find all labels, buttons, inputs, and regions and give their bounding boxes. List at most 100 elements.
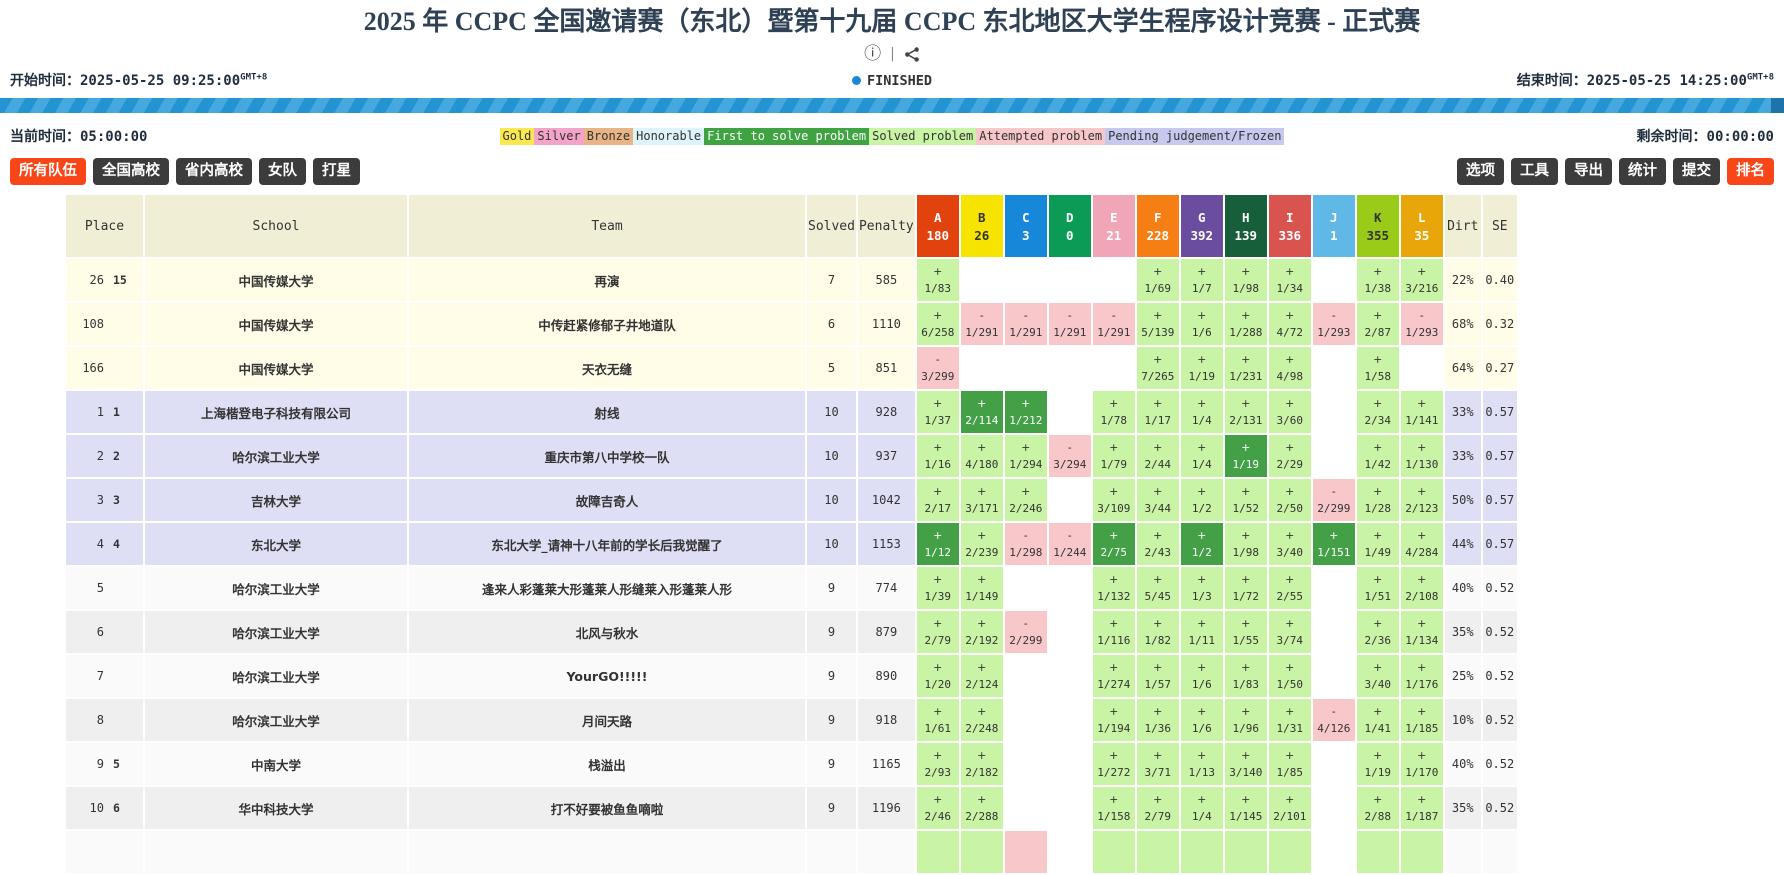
problem-cell-D [1049,831,1091,873]
problem-balloon-count: 355 [1357,228,1399,243]
action-button-统计[interactable]: 统计 [1619,158,1666,185]
problem-header-box: J1 [1313,195,1355,257]
school-name: 中国传媒大学 [145,259,407,301]
filter-button-女队[interactable]: 女队 [259,158,306,185]
attempt-detail: 1/31 [1269,722,1311,735]
attempt-symbol: + [1225,442,1267,454]
school-name: 东北大学 [145,523,407,565]
solved-count: 7 [807,259,856,301]
problem-letter: J [1313,210,1355,225]
problem-cell-G: +1/7 [1181,259,1223,301]
attempt-detail: 1/194 [1093,722,1135,735]
filter-button-省内高校[interactable]: 省内高校 [176,158,252,185]
attempt-detail: 1/6 [1181,678,1223,691]
attempt-symbol: + [1137,794,1179,806]
table-row[interactable]: 2615中国传媒大学再演7585+1/83+1/69+1/7+1/98+1/34… [66,259,1517,301]
table-row-partial[interactable] [66,831,1517,873]
info-icon[interactable]: ⓘ [864,46,881,63]
progress-handle[interactable] [1771,98,1784,113]
problem-cell-F: +7/265 [1137,347,1179,389]
filter-button-打星[interactable]: 打星 [313,158,360,185]
attempt-symbol: + [1137,310,1179,322]
problem-cell-F: +1/17 [1137,391,1179,433]
table-row[interactable]: 22哈尔滨工业大学重庆市第八中学校一队10937+1/16+4/180+1/29… [66,435,1517,477]
official-rank: 15 [104,273,143,287]
problem-cell-L: +1/187 [1401,787,1443,829]
attempt-detail: 3/216 [1401,282,1443,295]
problem-cell-B: +1/149 [961,567,1003,609]
table-row[interactable]: 166中国传媒大学天衣无缝5851-3/299+7/265+1/19+1/231… [66,347,1517,389]
action-button-工具[interactable]: 工具 [1511,158,1558,185]
dirt-value: 35% [1445,787,1481,829]
problem-cell-G: +1/11 [1181,611,1223,653]
share-icon[interactable] [904,46,920,63]
attempt-detail: 1/12 [917,546,959,559]
table-row[interactable]: 11上海楷登电子科技有限公司射线10928+1/37+2/114+1/212+1… [66,391,1517,433]
start-tz: GMT+8 [240,72,267,82]
attempt-detail: 1/28 [1357,502,1399,515]
contest-status: FINISHED [852,73,932,89]
attempt-symbol: + [917,574,959,586]
penalty-value: 585 [858,259,915,301]
penalty-value: 890 [858,655,915,697]
place-wrap: 44 [66,523,143,565]
penalty-value: 1110 [858,303,915,345]
problem-cell-B: +2/192 [961,611,1003,653]
attempt-symbol: + [1225,618,1267,630]
problem-cell-K: +2/87 [1357,303,1399,345]
dirt-value: 25% [1445,655,1481,697]
attempt-detail: 2/288 [961,810,1003,823]
problem-cell-F: +1/82 [1137,611,1179,653]
table-row[interactable]: 106华中科技大学打不好要被鱼鱼嘀啦91196+2/46+2/288+1/158… [66,787,1517,829]
penalty-value: 851 [858,347,915,389]
table-row[interactable]: 5哈尔滨工业大学逢来人彩蓬莱大形蓬莱人形缝莱入形蓬莱人形9774+1/39+1/… [66,567,1517,609]
action-button-导出[interactable]: 导出 [1565,158,1612,185]
attempt-detail: 2/246 [1005,502,1047,515]
se-value: 0.32 [1483,303,1517,345]
table-row[interactable]: 7哈尔滨工业大学YourGO!!!!!9890+1/20+2/124+1/274… [66,655,1517,697]
attempt-symbol: + [1401,794,1443,806]
attempt-symbol: + [1225,486,1267,498]
attempt-detail: 2/17 [917,502,959,515]
table-row[interactable]: 6哈尔滨工业大学北风与秋水9879+2/79+2/192-2/299+1/116… [66,611,1517,653]
filter-button-所有队伍[interactable]: 所有队伍 [10,158,86,185]
table-row[interactable]: 95中南大学栈溢出91165+2/93+2/182+1/272+3/71+1/1… [66,743,1517,785]
action-button-排名[interactable]: 排名 [1727,158,1774,185]
filter-button-全国高校[interactable]: 全国高校 [93,158,169,185]
action-button-选项[interactable]: 选项 [1457,158,1504,185]
table-row[interactable]: 44东北大学东北大学_请神十八年前的学长后我觉醒了101153+1/12+2/2… [66,523,1517,565]
attempt-detail: 2/192 [961,634,1003,647]
table-row[interactable]: 8哈尔滨工业大学月间天路9918+1/61+2/248+1/194+1/36+1… [66,699,1517,741]
problem-cell-I: +2/50 [1269,479,1311,521]
attempt-symbol: - [1049,530,1091,542]
problem-letter: A [917,210,959,225]
problem-cell-D-empty [1049,787,1091,829]
place-cell: 8 [66,699,143,741]
problem-cell-A: +2/17 [917,479,959,521]
attempt-detail: 1/244 [1049,546,1091,559]
attempt-detail: 1/42 [1357,458,1399,471]
attempt-detail: 1/39 [917,590,959,603]
attempt-detail: 1/49 [1357,546,1399,559]
official-rank: 1 [104,405,143,419]
table-row[interactable]: 33吉林大学故障吉奇人101042+2/17+3/171+2/246+3/109… [66,479,1517,521]
place-wrap: 33 [66,479,143,521]
problem-cell-H: +2/131 [1225,391,1267,433]
attempt-symbol: + [1401,574,1443,586]
dirt-value: 33% [1445,435,1481,477]
attempt-detail: 1/17 [1137,414,1179,427]
attempt-symbol: + [1093,398,1135,410]
problem-letter: H [1225,210,1267,225]
problem-cell-L: +1/141 [1401,391,1443,433]
contest-progress-bar[interactable] [0,98,1784,113]
action-button-提交[interactable]: 提交 [1673,158,1720,185]
place-cell: 5 [66,567,143,609]
attempt-detail: 1/293 [1313,326,1355,339]
problem-cell-C: -2/299 [1005,611,1047,653]
school-name: 中国传媒大学 [145,303,407,345]
attempt-detail: 2/114 [961,414,1003,427]
table-row[interactable]: 108中国传媒大学中传赶紧修郁子井地道队61110+6/258-1/291-1/… [66,303,1517,345]
problem-header-H: H139 [1225,195,1267,257]
attempt-symbol: + [1357,442,1399,454]
attempt-detail: 3/294 [1049,458,1091,471]
